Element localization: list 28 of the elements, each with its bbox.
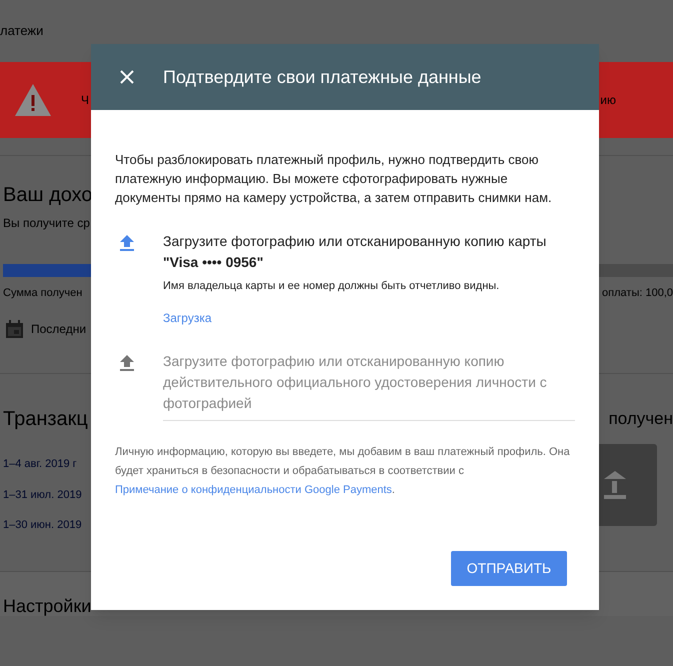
upload-icon [120, 235, 134, 251]
banner-text: Ч [81, 92, 89, 109]
upload-icon [120, 354, 134, 370]
earnings-title: Ваш дохо [3, 183, 93, 208]
dialog-title: Подтвердите свои платежные данные [163, 66, 482, 89]
section-title: получен [608, 408, 673, 430]
transactions-title: Транзакц [3, 407, 88, 432]
step-title: Загрузите фотографию или отсканированную копию действительного официального удостоверения личности с фотографией [163, 352, 548, 413]
settings-title: Настройки [3, 596, 92, 616]
bar-caption: оплаты: 100,0 [602, 286, 673, 301]
period-link[interactable]: 1–31 июл. 2019 [3, 486, 82, 503]
calendar-icon [6, 320, 23, 338]
upload-link[interactable]: Загрузка [163, 308, 212, 326]
period-link[interactable]: 1–30 июн. 2019 [3, 517, 82, 534]
privacy-link[interactable]: Примечание о конфиденциальности Google Payments [115, 484, 392, 496]
intro-text: Чтобы разблокировать платежный профиль, нужно подтвердить свою платежную информацию. Вы можете сфотографировать нужные документы прямо на камеру устройства, а затем отправить снимки нам. [115, 151, 553, 207]
period-label: Последни [31, 320, 86, 338]
banner-text: ию [600, 92, 616, 109]
close-icon [120, 70, 134, 84]
warning-icon [15, 84, 51, 116]
earnings-subtitle: Вы получите ср [3, 215, 90, 232]
submit-button[interactable]: ОТПРАВИТЬ [451, 551, 567, 586]
period-link[interactable]: 1–4 авг. 2019 г [3, 456, 82, 472]
step-hint: Имя владельца карты и ее номер должны быть отчетливо видны. [163, 279, 500, 294]
bar-caption: Сумма получен [3, 286, 82, 301]
step-title: Загрузите фотографию или отсканированную копию карты "Visa •••• 0956" [163, 232, 548, 272]
page-title: латежи [0, 22, 44, 40]
privacy-text: Личную информацию, которую вы введете, мы добавим в ваш платежный профиль. Она будет храниться в безопасности и обрабатываться в соответствии с Примечание о конфиденциальности Google Payments. [115, 444, 570, 498]
